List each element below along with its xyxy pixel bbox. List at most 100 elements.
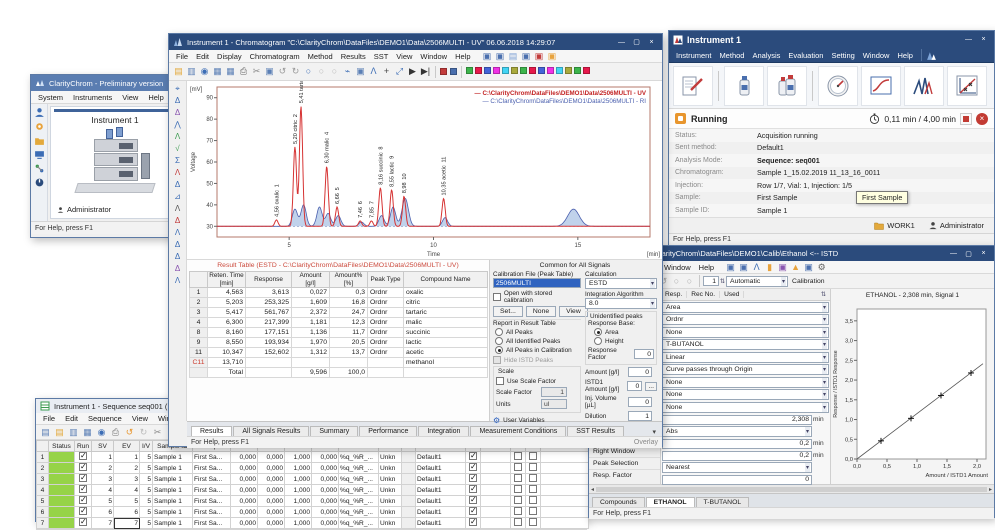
signal-color-swatch[interactable]: [493, 67, 500, 74]
menu-item-window[interactable]: Window: [859, 50, 894, 61]
project-indicator[interactable]: WORK1: [874, 221, 915, 230]
instrument-panel[interactable]: Instrument 1 Administrator: [50, 106, 180, 219]
open-chromatogram-icon[interactable]: ▤: [172, 65, 185, 78]
scale-tool-icon[interactable]: ▣: [354, 65, 367, 78]
menu-item-help[interactable]: Help: [144, 92, 167, 103]
report-icon[interactable]: ▣: [737, 261, 750, 274]
tab-all-signals-results[interactable]: All Signals Results: [233, 426, 309, 436]
info-icon[interactable]: ◉: [198, 65, 211, 78]
calibration-mode-select[interactable]: Automatic▾: [726, 276, 788, 287]
signal-color-swatch[interactable]: [502, 67, 509, 74]
save-icon[interactable]: ▥: [67, 426, 80, 439]
open-stored-checkbox[interactable]: Open with stored calibration: [493, 290, 581, 304]
use-scale-factor-checkbox[interactable]: Use Scale Factor: [496, 377, 578, 385]
compound-property-select[interactable]: Linear▾: [662, 352, 829, 363]
common-scale-icon[interactable]: Δ: [171, 95, 185, 106]
calibration-file-input[interactable]: 2506MULTI: [493, 278, 581, 288]
export-icon[interactable]: ▤: [507, 50, 520, 63]
zoom-icon[interactable]: ○: [302, 65, 315, 78]
report-option-all-peaks[interactable]: All Peaks: [495, 328, 581, 336]
tab-summary[interactable]: Summary: [310, 426, 358, 436]
abort-button[interactable]: ×: [976, 113, 988, 125]
single-analysis-button[interactable]: [724, 66, 764, 106]
together-icon[interactable]: ⊿: [171, 191, 185, 202]
run-checkbox[interactable]: [79, 496, 87, 504]
run-checkbox[interactable]: [79, 507, 87, 515]
run-checkbox[interactable]: [79, 485, 87, 493]
reject-icon[interactable]: Δ: [171, 215, 185, 226]
instrument-name[interactable]: Instrument 1: [51, 115, 179, 125]
close-button[interactable]: ×: [977, 34, 990, 45]
baseline-tool-icon[interactable]: ⌁: [341, 65, 354, 78]
folder-icon[interactable]: [34, 135, 45, 146]
compound-property-select[interactable]: Curve passes through Origin▾: [662, 364, 829, 375]
signal-color-swatch[interactable]: [565, 67, 572, 74]
undo-icon[interactable]: ↺: [276, 65, 289, 78]
sequence-row[interactable]: 5555Sample 1First Sa...0,0000,0001,0000,…: [37, 496, 589, 507]
calculation-select[interactable]: ESTD▾: [585, 278, 657, 289]
copy-icon[interactable]: ▣: [263, 65, 276, 78]
add-peak-icon[interactable]: Δ: [171, 179, 185, 190]
compound-property-select[interactable]: None▾: [662, 389, 829, 400]
zoom-out-icon[interactable]: ○: [683, 275, 696, 288]
tab-t-butanol[interactable]: T-BUTANOL: [696, 497, 750, 507]
menu-item-method[interactable]: Method: [304, 51, 337, 62]
chromatogram-button[interactable]: [861, 66, 901, 106]
minimize-button[interactable]: —: [947, 248, 960, 259]
compound-property-select[interactable]: Abs▾: [662, 426, 812, 437]
sequence-row[interactable]: 1115Sample 1First Sa...0,0000,0001,0000,…: [37, 452, 589, 463]
play-icon[interactable]: ▶: [406, 65, 419, 78]
minimize-button[interactable]: —: [962, 34, 975, 45]
amount-input[interactable]: 0: [628, 367, 652, 377]
signal-color-swatch[interactable]: [475, 67, 482, 74]
response-base-area-radio[interactable]: Area: [594, 328, 654, 336]
cut-chromatogram-icon[interactable]: ▣: [533, 50, 546, 63]
tab-sst-results[interactable]: SST Results: [567, 426, 624, 436]
report-setup-icon[interactable]: ▦: [211, 65, 224, 78]
menu-item-chromatogram[interactable]: Chromatogram: [246, 51, 304, 62]
open-icon[interactable]: ▤: [53, 426, 66, 439]
compound-property-select[interactable]: None▾: [662, 377, 829, 388]
minimize-button[interactable]: —: [615, 37, 628, 48]
hplc-instrument-image[interactable]: [76, 129, 154, 193]
menu-item-sst[interactable]: SST: [370, 51, 393, 62]
menu-item-window[interactable]: Window: [416, 51, 451, 62]
properties-icon[interactable]: ▣: [520, 50, 533, 63]
close-button[interactable]: ×: [977, 248, 990, 259]
menu-item-analysis[interactable]: Analysis: [748, 50, 784, 61]
chromatogram-titlebar[interactable]: Instrument 1 - Chromatogram "C:\ClarityC…: [169, 34, 662, 50]
compound-property-select[interactable]: None▾: [662, 402, 829, 413]
sequence-row[interactable]: 6665Sample 1First Sa...0,0000,0001,0000,…: [37, 507, 589, 518]
network-icon[interactable]: [34, 163, 45, 174]
scale-factor-input[interactable]: 1: [541, 387, 567, 397]
set-button[interactable]: Set...: [493, 306, 523, 317]
axes-icon[interactable]: ⌖: [171, 83, 185, 94]
stop-button[interactable]: [960, 113, 972, 125]
cut-noise-icon[interactable]: Δ: [171, 263, 185, 274]
menu-item-sequence[interactable]: Sequence: [84, 413, 126, 424]
response-factor-input[interactable]: 0: [634, 349, 654, 359]
result-table-row[interactable]: 25,203253,3251,60916,8Ordnrcitric: [190, 298, 488, 308]
istd-more-button[interactable]: ...: [645, 382, 657, 391]
result-table-row[interactable]: 46,300217,3991,18112,3Ordnrmalic: [190, 318, 488, 328]
tab-performance[interactable]: Performance: [359, 426, 417, 436]
fit-tool-icon[interactable]: ⤢: [393, 65, 406, 78]
sequence-row[interactable]: 2225Sample 1First Sa...0,0000,0001,0000,…: [37, 463, 589, 474]
clarity-main-titlebar[interactable]: ClarityChrom - Preliminary version: [31, 75, 182, 91]
power-icon[interactable]: [34, 177, 45, 188]
valley-icon[interactable]: √: [171, 143, 185, 154]
user-indicator[interactable]: Administrator: [929, 221, 984, 230]
calibration-options-icon[interactable]: ▣: [724, 261, 737, 274]
print-preview-icon[interactable]: ▦: [224, 65, 237, 78]
compound-property-select[interactable]: Nearest▾: [662, 462, 812, 473]
overlay-icon[interactable]: ▣: [481, 50, 494, 63]
result-table-row[interactable]: 35,417561,7672,37224,7Ordnrtartaric: [190, 308, 488, 318]
compound-property-select[interactable]: Area▾: [662, 302, 829, 313]
menu-item-instrument[interactable]: Instrument: [672, 50, 715, 61]
lock-icon[interactable]: Λ: [171, 203, 185, 214]
result-table[interactable]: Reten. Time [min]ResponseAmount [g/l]Amo…: [189, 271, 488, 378]
peaks-icon[interactable]: Λ: [750, 261, 763, 274]
menu-item-window[interactable]: Window: [660, 262, 695, 273]
signal-color-swatch[interactable]: [574, 67, 581, 74]
print-icon[interactable]: ⎙: [237, 65, 250, 78]
